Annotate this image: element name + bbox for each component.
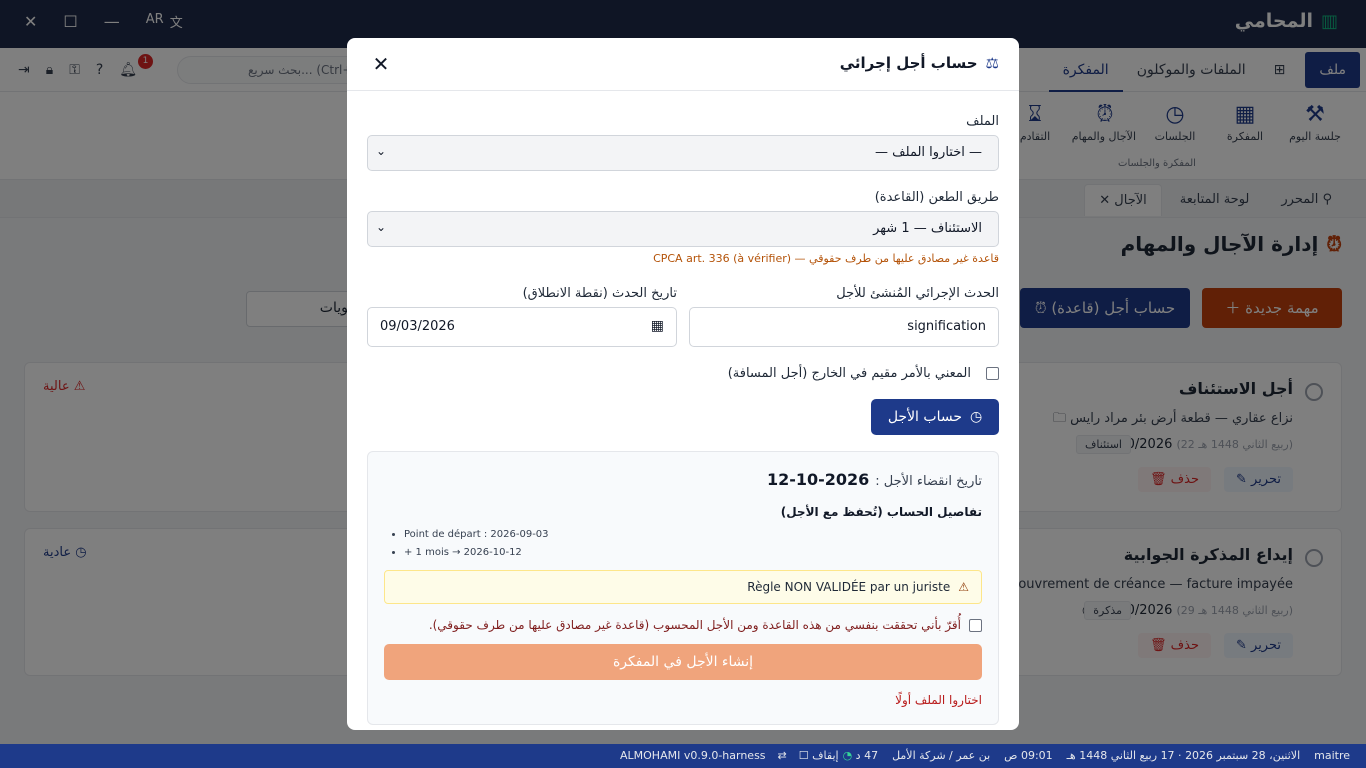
file-label: الملف — [966, 114, 999, 129]
appeal-route-select[interactable]: الاستئناف — 1 شهر ⌄ — [367, 211, 999, 247]
error-message: اختاروا الملف أولًا — [895, 693, 982, 707]
modal-header: ⚖ حساب أجل إجرائي ✕ — [347, 38, 1019, 91]
warning-icon: ⚠ — [958, 580, 969, 594]
file-select[interactable]: — اختاروا الملف — ⌄ — [367, 135, 999, 171]
status-date: الاثنين، 28 سبتمبر 2026 · 17 ربيع الثاني… — [1066, 749, 1301, 762]
details-title: تفاصيل الحساب (تُحفظ مع الأجل) — [780, 505, 982, 519]
result-date: تاريخ انقضاء الأجل : 12-10-2026 — [767, 470, 982, 489]
timer-icon: ◔ — [842, 749, 853, 762]
result-key: تاريخ انقضاء الأجل : — [875, 474, 982, 489]
acknowledgement-row: أُقرّ بأني تحققت بنفسي من هذه القاعدة وم… — [429, 618, 982, 632]
details-list: Point de départ : 2026-09-03 + 1 mois → … — [388, 526, 549, 562]
event-label: الحدث الإجرائي المُنشئ للأجل — [836, 286, 999, 301]
banner-content: ⚠ Règle NON VALIDÉE par un juriste — [747, 580, 969, 594]
details-item: + 1 mois → 2026-10-12 — [404, 544, 549, 562]
sync-icon[interactable]: ⇄ — [778, 749, 787, 762]
abroad-checkbox[interactable] — [986, 367, 999, 380]
status-timer: 47 د ◔ — [843, 749, 879, 762]
calendar-icon[interactable]: ▦ — [651, 318, 664, 334]
checkbox-icon: ☐ — [798, 749, 809, 762]
status-right: maitre الاثنين، 28 سبتمبر 2026 · 17 ربيع… — [843, 749, 1350, 762]
status-time: 09:01 ص — [1004, 749, 1053, 762]
result-panel: تاريخ انقضاء الأجل : 12-10-2026 تفاصيل ا… — [367, 451, 999, 725]
status-bar: maitre الاثنين، 28 سبتمبر 2026 · 17 ربيع… — [0, 744, 1366, 768]
scale-icon: ⚖ — [985, 54, 999, 72]
create-deadline-button[interactable]: إنشاء الأجل في المفكرة — [384, 644, 982, 680]
banner-text: Règle NON VALIDÉE par un juriste — [747, 580, 951, 594]
event-date-label: تاريخ الحدث (نقطة الانطلاق) — [522, 286, 677, 301]
event-date-value: 09/03/2026 — [380, 319, 455, 334]
timer-value: 47 د — [855, 749, 879, 762]
chevron-down-icon: ⌄ — [376, 144, 387, 158]
calendar-clock-icon: ◷ — [969, 409, 983, 425]
result-value: 12-10-2026 — [766, 470, 870, 489]
abroad-label: المعني بالأمر مقيم في الخارج (أجل المساف… — [727, 366, 971, 381]
app-version: ALMOHAMI v0.9.0-harness — [620, 749, 766, 762]
ack-checkbox[interactable] — [969, 618, 982, 632]
rule-warning: CPCA art. 336 (à vérifier) — قاعدة غير م… — [653, 252, 999, 265]
appeal-route-label: طريق الطعن (القاعدة) — [874, 190, 999, 205]
appeal-route-value: الاستئناف — 1 شهر — [873, 221, 982, 236]
calculate-button[interactable]: ◷ حساب الأجل — [871, 399, 999, 435]
modal-title: ⚖ حساب أجل إجرائي — [840, 54, 999, 72]
chevron-down-icon: ⌄ — [376, 220, 387, 234]
pause-label: إيقاف — [812, 749, 839, 762]
event-date-input[interactable]: 09/03/2026 ▦ — [367, 307, 677, 347]
file-select-value: — اختاروا الملف — — [875, 145, 982, 160]
deadline-calc-modal: ⚖ حساب أجل إجرائي ✕ الملف — اختاروا المل… — [347, 38, 1019, 730]
status-firm: بن عمر / شركة الأمل — [892, 749, 991, 762]
status-left: إيقاف ☐ ⇄ ALMOHAMI v0.9.0-harness — [620, 749, 839, 762]
pause-toggle[interactable]: إيقاف ☐ — [799, 749, 839, 762]
validation-banner: ⚠ Règle NON VALIDÉE par un juriste — [384, 570, 982, 604]
details-item: Point de départ : 2026-09-03 — [404, 526, 549, 544]
status-user: maitre — [1314, 749, 1350, 762]
calculate-label: حساب الأجل — [887, 409, 962, 425]
ack-text: أُقرّ بأني تحققت بنفسي من هذه القاعدة وم… — [428, 618, 961, 632]
modal-title-text: حساب أجل إجرائي — [839, 54, 978, 72]
close-icon[interactable]: ✕ — [371, 52, 391, 76]
event-input[interactable]: signification — [689, 307, 999, 347]
